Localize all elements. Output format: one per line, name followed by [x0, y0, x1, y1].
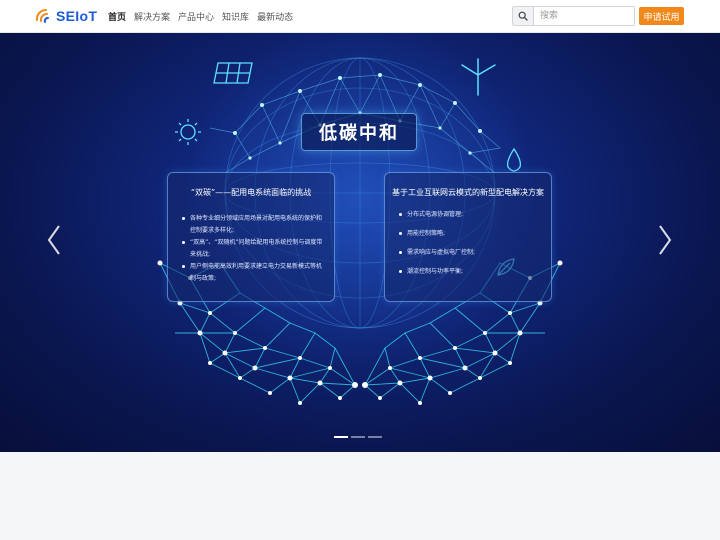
nav-knowledge[interactable]: 知识库: [222, 10, 249, 23]
hero-illustration: [157, 33, 563, 405]
solution-panel: 基于工业互联网云模式的新型配电解决方案 分布式电源协调管理; 用能控制策略; 需…: [384, 172, 552, 302]
challenge-item: “双高”、“双随机”问题给配用电系统控制与调度带来挑战;: [182, 237, 326, 261]
nav-news[interactable]: 最新动态: [257, 10, 293, 23]
solution-list: 分布式电源协调管理; 用能控制策略; 需求响应与虚拟电厂控制; 潮流控制与功率平…: [399, 209, 543, 285]
top-header: SEIoT 首页 解决方案 产品中心 知识库 最新动态 申请试用: [0, 0, 720, 33]
search-box: [512, 6, 635, 26]
hero-headline: 低碳中和: [301, 113, 417, 151]
challenge-item: 用户侧电能高效利用要求建立电力交易新模式等机制与政策;: [182, 261, 326, 285]
carousel-dot-1[interactable]: [334, 436, 348, 438]
nav-products[interactable]: 产品中心: [178, 10, 214, 23]
challenges-title: “双碳”——配用电系统面临的挑战: [190, 188, 312, 197]
logo-text: SEIoT: [56, 8, 98, 24]
challenges-panel: “双碳”——配用电系统面临的挑战 各种专业细分领域应用场景对配用电系统的保护和控…: [167, 172, 335, 302]
carousel-next-button[interactable]: [656, 223, 674, 257]
carousel-prev-button[interactable]: [45, 223, 63, 257]
signal-logo-icon: [35, 8, 49, 23]
carousel-dot-2[interactable]: [351, 436, 365, 438]
apply-trial-button[interactable]: 申请试用: [639, 7, 684, 25]
chevron-left-icon: [47, 225, 60, 255]
logo[interactable]: SEIoT: [34, 5, 98, 27]
search-button[interactable]: [513, 7, 534, 25]
chevron-right-icon: [659, 225, 672, 255]
solution-item: 需求响应与虚拟电厂控制;: [399, 247, 543, 259]
nav-solutions[interactable]: 解决方案: [134, 10, 170, 23]
solution-item: 潮流控制与功率平衡;: [399, 266, 543, 278]
solution-item: 分布式电源协调管理;: [399, 209, 543, 221]
carousel-indicators: [334, 436, 382, 438]
challenge-item: 各种专业细分领域应用场景对配用电系统的保护和控制要求多样化;: [182, 213, 326, 237]
solution-item: 用能控制策略;: [399, 228, 543, 240]
challenges-list: 各种专业细分领域应用场景对配用电系统的保护和控制要求多样化; “双高”、“双随机…: [182, 213, 326, 285]
main-nav: 首页 解决方案 产品中心 知识库 最新动态: [108, 0, 293, 33]
search-icon: [518, 11, 528, 21]
search-input[interactable]: [535, 7, 634, 25]
nav-home[interactable]: 首页: [108, 10, 126, 23]
carousel-dot-3[interactable]: [368, 436, 382, 438]
hero-banner: 低碳中和 “双碳”——配用电系统面临的挑战 各种专业细分领域应用场景对配用电系统…: [0, 33, 720, 452]
solution-title: 基于工业互联网云模式的新型配电解决方案: [392, 188, 544, 197]
